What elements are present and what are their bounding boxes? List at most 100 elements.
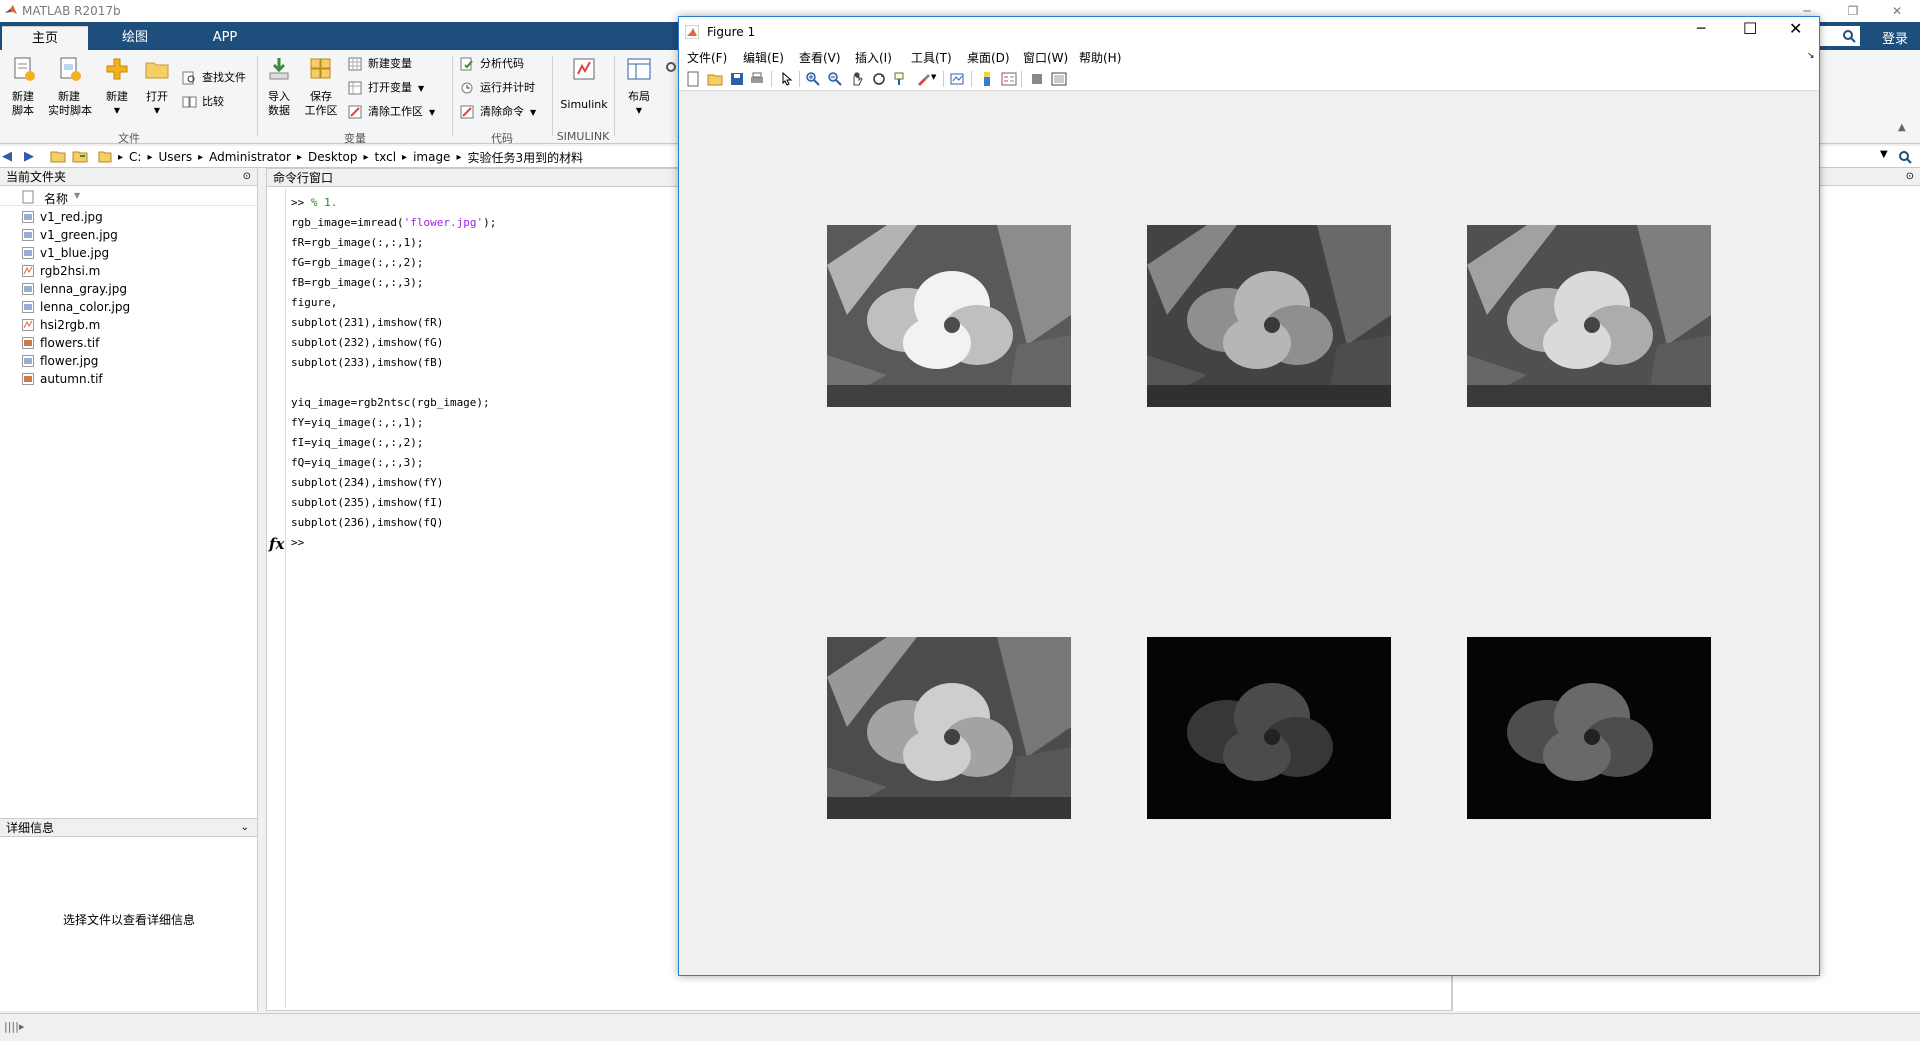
find-files-button[interactable]: 查找文件 bbox=[180, 68, 246, 88]
file-item[interactable]: v1_red.jpg bbox=[22, 208, 103, 226]
collapse-ribbon-icon[interactable]: ▲ bbox=[1898, 122, 1906, 133]
simulink-button[interactable]: Simulink bbox=[556, 56, 612, 112]
layout-button[interactable]: 布局 ▼ bbox=[618, 56, 660, 118]
figure-minimize-button[interactable]: ─ bbox=[1697, 21, 1705, 37]
code-line: >> % 1. bbox=[291, 193, 337, 213]
new-figure-icon[interactable] bbox=[685, 71, 701, 87]
file-item[interactable]: rgb2hsi.m bbox=[22, 262, 100, 280]
flower-image bbox=[1467, 225, 1711, 407]
pointer-icon[interactable] bbox=[779, 71, 795, 87]
code-line: fB=rgb_image(:,:,3); bbox=[291, 276, 424, 289]
function-browser-icon[interactable]: fx bbox=[269, 535, 284, 553]
data-cursor-icon[interactable] bbox=[893, 71, 909, 87]
breadcrumb-separator-icon[interactable]: ▸ bbox=[363, 152, 368, 163]
close-button[interactable]: ✕ bbox=[1874, 0, 1920, 22]
subplot-image-fI[interactable] bbox=[1147, 637, 1391, 819]
search-icon[interactable] bbox=[1898, 150, 1912, 164]
breadcrumb-item[interactable]: image bbox=[413, 150, 450, 164]
brush-icon[interactable] bbox=[915, 71, 931, 87]
search-box[interactable] bbox=[1820, 26, 1860, 46]
figure-menu-item[interactable]: 文件(F) bbox=[687, 49, 727, 66]
command-prompt[interactable]: >> bbox=[291, 533, 304, 553]
open-variable-button[interactable]: 打开变量 ▼ bbox=[346, 78, 424, 98]
new-variable-button[interactable]: 新建变量 bbox=[346, 54, 412, 74]
file-item[interactable]: hsi2rgb.m bbox=[22, 316, 100, 334]
breadcrumb-separator-icon[interactable]: ▸ bbox=[402, 152, 407, 163]
breadcrumb-item[interactable]: 实验任务3用到的材料 bbox=[467, 149, 583, 166]
show-plot-tools-icon[interactable] bbox=[1051, 71, 1067, 87]
tab-home[interactable]: 主页 bbox=[2, 26, 88, 50]
subplot-image-fQ[interactable] bbox=[1467, 637, 1711, 819]
rotate-3d-icon[interactable] bbox=[871, 71, 887, 87]
tab-plots[interactable]: 绘图 bbox=[92, 26, 178, 50]
new-script-button[interactable]: 新建 脚本 bbox=[2, 56, 44, 118]
legend-icon[interactable] bbox=[1001, 71, 1017, 87]
figure-menu-item[interactable]: 插入(I) bbox=[855, 49, 892, 66]
breadcrumb-item[interactable]: Users bbox=[158, 150, 192, 164]
figure-menu-item[interactable]: 编辑(E) bbox=[743, 49, 784, 66]
file-item[interactable]: lenna_gray.jpg bbox=[22, 280, 127, 298]
file-item[interactable]: v1_green.jpg bbox=[22, 226, 118, 244]
subplot-image-fB[interactable] bbox=[1467, 225, 1711, 407]
clear-commands-button[interactable]: 清除命令 ▼ bbox=[458, 102, 536, 122]
pan-icon[interactable] bbox=[849, 71, 865, 87]
figure-menu-item[interactable]: 桌面(D) bbox=[967, 49, 1010, 66]
analyze-code-button[interactable]: 分析代码 bbox=[458, 54, 524, 74]
file-item[interactable]: v1_blue.jpg bbox=[22, 244, 109, 262]
figure-menu-item[interactable]: 查看(V) bbox=[799, 49, 841, 66]
breadcrumb-item[interactable]: Administrator bbox=[209, 150, 291, 164]
dock-icon[interactable]: ↘ bbox=[1807, 51, 1815, 61]
breadcrumb-item[interactable]: C: bbox=[129, 150, 141, 164]
colorbar-icon[interactable] bbox=[979, 71, 995, 87]
restore-button[interactable]: ❐ bbox=[1830, 0, 1876, 22]
back-icon[interactable]: ◀ bbox=[2, 149, 12, 164]
file-item[interactable]: autumn.tif bbox=[22, 370, 103, 388]
file-item[interactable]: flower.jpg bbox=[22, 352, 98, 370]
breadcrumb-separator-icon[interactable]: ▸ bbox=[118, 152, 123, 163]
tab-apps[interactable]: APP bbox=[182, 26, 268, 50]
forward-icon[interactable]: ▶ bbox=[24, 149, 34, 164]
breadcrumb-separator-icon[interactable]: ▸ bbox=[147, 152, 152, 163]
figure-maximize-button[interactable]: ☐ bbox=[1743, 19, 1757, 38]
subplot-image-fR[interactable] bbox=[827, 225, 1071, 407]
chevron-down-icon[interactable]: ⌄ bbox=[241, 819, 249, 837]
zoom-out-icon[interactable] bbox=[827, 71, 843, 87]
chevron-down-icon[interactable]: ▼ bbox=[931, 73, 936, 81]
hide-plot-tools-icon[interactable] bbox=[1029, 71, 1045, 87]
panel-menu-icon[interactable]: ⊙ bbox=[1906, 168, 1914, 186]
login-link[interactable]: 登录 bbox=[1882, 28, 1908, 47]
link-plot-icon[interactable] bbox=[949, 71, 965, 87]
subplot-image-fY[interactable] bbox=[827, 637, 1071, 819]
breadcrumb-separator-icon[interactable]: ▸ bbox=[456, 152, 461, 163]
browse-folder-icon[interactable] bbox=[72, 149, 88, 163]
column-header[interactable]: 名称 ▼ bbox=[0, 188, 257, 206]
breadcrumb-item[interactable]: txcl bbox=[375, 150, 397, 164]
up-folder-icon[interactable] bbox=[50, 149, 66, 163]
run-and-time-button[interactable]: 运行并计时 bbox=[458, 78, 535, 98]
zoom-in-icon[interactable] bbox=[805, 71, 821, 87]
compare-button[interactable]: 比较 bbox=[180, 92, 224, 112]
new-button[interactable]: 新建 ▼ bbox=[96, 56, 138, 118]
gear-icon[interactable] bbox=[664, 60, 678, 74]
save-icon[interactable] bbox=[729, 71, 745, 87]
figure-close-button[interactable]: ✕ bbox=[1789, 19, 1802, 38]
details-header[interactable]: 详细信息 ⌄ bbox=[0, 819, 257, 837]
file-item[interactable]: flowers.tif bbox=[22, 334, 99, 352]
breadcrumb-separator-icon[interactable]: ▸ bbox=[297, 152, 302, 163]
breadcrumb-item[interactable]: Desktop bbox=[308, 150, 358, 164]
import-data-button[interactable]: 导入 数据 bbox=[258, 56, 300, 118]
chevron-down-icon[interactable]: ▼ bbox=[1880, 149, 1888, 160]
save-workspace-button[interactable]: 保存 工作区 bbox=[300, 56, 342, 118]
file-item[interactable]: lenna_color.jpg bbox=[22, 298, 130, 316]
new-live-script-button[interactable]: 新建 实时脚本 bbox=[48, 56, 92, 118]
figure-menu-item[interactable]: 工具(T) bbox=[911, 49, 952, 66]
figure-menu-item[interactable]: 帮助(H) bbox=[1079, 49, 1121, 66]
subplot-image-fG[interactable] bbox=[1147, 225, 1391, 407]
figure-menu-item[interactable]: 窗口(W) bbox=[1023, 49, 1068, 66]
panel-menu-icon[interactable]: ⊙ bbox=[243, 168, 251, 186]
open-file-icon[interactable] bbox=[707, 71, 723, 87]
print-icon[interactable] bbox=[749, 71, 765, 87]
open-button[interactable]: 打开 ▼ bbox=[136, 56, 178, 118]
clear-workspace-button[interactable]: 清除工作区 ▼ bbox=[346, 102, 435, 122]
breadcrumb-separator-icon[interactable]: ▸ bbox=[198, 152, 203, 163]
